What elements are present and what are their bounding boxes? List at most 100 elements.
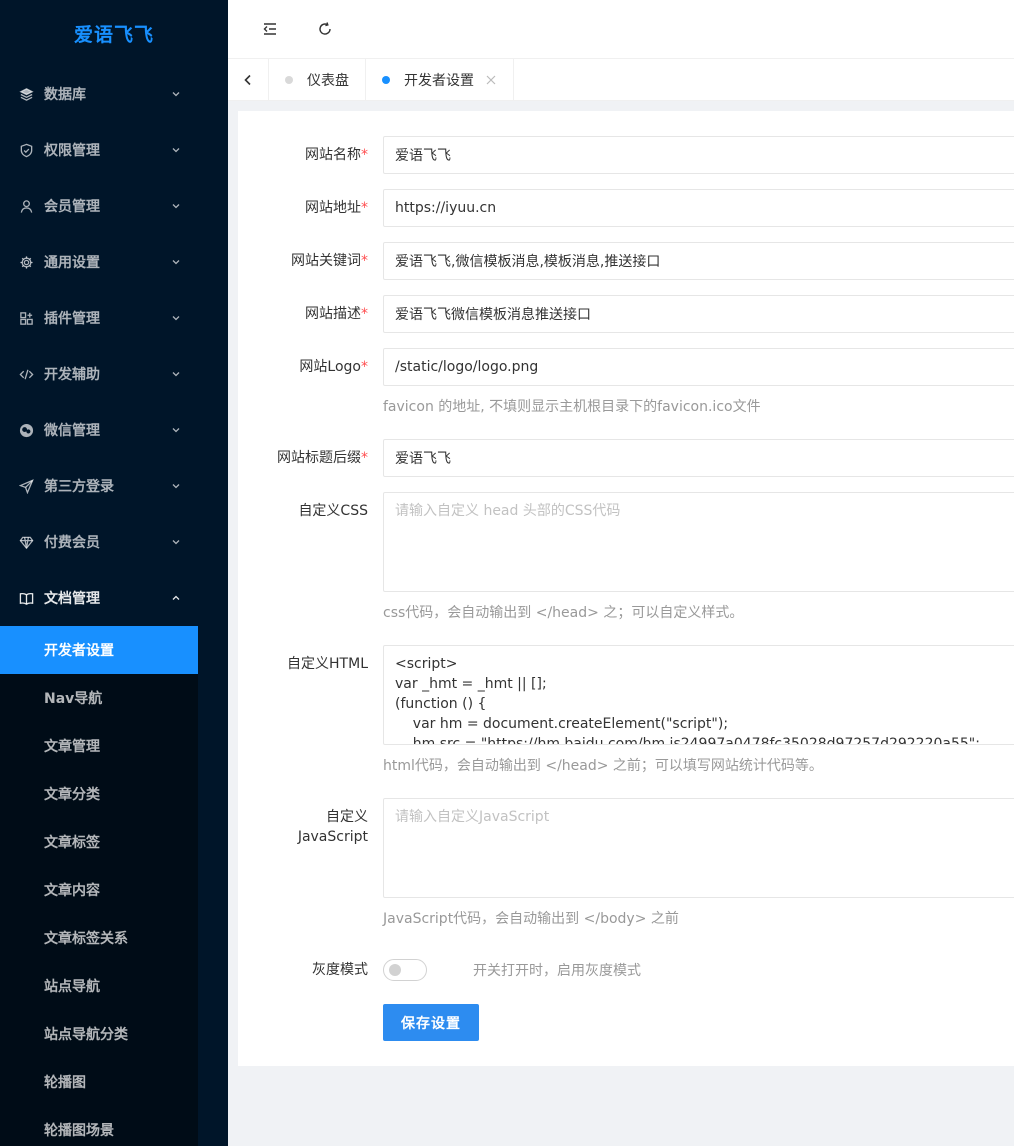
shield-check-icon <box>18 142 34 158</box>
tab-label: 开发者设置 <box>404 72 474 89</box>
custom-js-textarea[interactable]: 请输入自定义JavaScript <box>383 798 1014 898</box>
custom-html-textarea[interactable]: <script> var _hmt = _hmt || []; (functio… <box>383 645 1014 745</box>
menu-permissions[interactable]: 权限管理 <box>0 122 228 178</box>
save-settings-button[interactable]: 保存设置 <box>383 1004 479 1041</box>
sidebar-item-site-nav[interactable]: 站点导航 <box>0 962 198 1010</box>
chevron-down-icon <box>172 148 180 153</box>
menu-label: 插件管理 <box>44 311 100 327</box>
sidebar-item-carousel[interactable]: 轮播图 <box>0 1058 198 1106</box>
sidebar-item-article-tags[interactable]: 文章标签 <box>0 818 198 866</box>
tab-status-dot <box>285 75 293 84</box>
field-label: 网站描述* <box>305 306 368 322</box>
chevron-left-icon <box>244 74 251 85</box>
field-label: 网站标题后缀* <box>277 450 368 466</box>
code-line: (function () { <box>395 696 487 712</box>
code-line: var _hmt = _hmt || []; <box>395 676 547 692</box>
menu-label: 开发辅助 <box>44 367 100 383</box>
wechat-icon <box>18 422 34 438</box>
chevron-down-icon <box>172 540 180 545</box>
tabs-scroll-left-button[interactable] <box>228 59 269 100</box>
field-label: 灰度模式 <box>312 962 368 978</box>
tab-status-dot <box>382 75 390 84</box>
menu-paid-members[interactable]: 付费会员 <box>0 514 228 570</box>
chevron-up-icon <box>172 595 180 600</box>
code-line: var hm = document.createElement("script"… <box>395 716 729 732</box>
chevron-down-icon <box>172 316 180 321</box>
title-suffix-input[interactable]: 爱语飞飞 <box>383 439 1014 477</box>
sidebar-item-site-nav-categories[interactable]: 站点导航分类 <box>0 1010 198 1058</box>
refresh-icon[interactable] <box>314 18 336 40</box>
code-line: hm.src = "https://hm.baidu.com/hm.js2499… <box>395 736 980 745</box>
menu-label: 第三方登录 <box>44 479 114 495</box>
sidebar-item-articles[interactable]: 文章管理 <box>0 722 198 770</box>
book-icon <box>18 590 34 606</box>
chevron-down-icon <box>172 92 180 97</box>
site-logo-hint: favicon 的地址, 不填则显示主机根目录下的favicon.ico文件 <box>383 399 761 415</box>
field-label-line: JavaScript <box>297 829 368 845</box>
top-header <box>228 0 1014 58</box>
sidebar: 爱语飞飞 数据库 权限管理 会员管理 通用设置 插件管理 开发辅助 微信管理 第 <box>0 0 228 1146</box>
site-description-input[interactable]: 爱语飞飞微信模板消息推送接口 <box>383 295 1014 333</box>
site-logo-input[interactable]: /static/logo/logo.png <box>383 348 1014 386</box>
menu-plugins[interactable]: 插件管理 <box>0 290 228 346</box>
menu-documents[interactable]: 文档管理 <box>0 570 228 626</box>
chevron-down-icon <box>172 372 180 377</box>
menu-members[interactable]: 会员管理 <box>0 178 228 234</box>
gray-mode-toggle[interactable] <box>383 959 427 981</box>
gear-icon <box>18 254 34 270</box>
custom-css-textarea[interactable]: 请输入自定义 head 头部的CSS代码 <box>383 492 1014 592</box>
diamond-icon <box>18 534 34 550</box>
gray-mode-hint: 开关打开时，启用灰度模式 <box>473 963 641 979</box>
settings-form: 网站名称* 爱语飞飞 网站地址* https://iyuu.cn 网站关键词* … <box>238 111 1014 1066</box>
sidebar-item-dev-settings[interactable]: 开发者设置 <box>0 626 198 674</box>
custom-css-hint: css代码，会自动输出到 </head> 之；可以自定义样式。 <box>383 605 744 621</box>
menu-dev-tools[interactable]: 开发辅助 <box>0 346 228 402</box>
field-label: 自定义HTML <box>287 656 368 672</box>
field-label: 网站地址* <box>305 200 368 216</box>
field-label: 网站Logo* <box>299 359 368 375</box>
field-label: 自定义 JavaScript <box>238 807 368 847</box>
custom-js-hint: JavaScript代码，会自动输出到 </body> 之前 <box>383 911 679 927</box>
tab-label: 仪表盘 <box>307 72 349 89</box>
menu-label: 权限管理 <box>44 143 100 159</box>
layers-icon <box>18 86 34 102</box>
field-label: 网站关键词* <box>291 253 368 269</box>
sidebar-item-nav[interactable]: Nav导航 <box>0 674 198 722</box>
site-name-input[interactable]: 爱语飞飞 <box>383 136 1014 174</box>
custom-js-placeholder: 请输入自定义JavaScript <box>395 809 550 825</box>
custom-html-hint: html代码，会自动输出到 </head> 之前；可以填写网站统计代码等。 <box>383 758 823 774</box>
chevron-down-icon <box>172 428 180 433</box>
site-url-input[interactable]: https://iyuu.cn <box>383 189 1014 227</box>
menu-label: 通用设置 <box>44 255 100 271</box>
tab-dev-settings[interactable]: 开发者设置 <box>366 59 514 100</box>
tab-dashboard[interactable]: 仪表盘 <box>269 59 366 100</box>
menu-database[interactable]: 数据库 <box>0 66 228 122</box>
user-icon <box>18 198 34 214</box>
sidebar-item-article-categories[interactable]: 文章分类 <box>0 770 198 818</box>
documents-submenu: 开发者设置 Nav导航 文章管理 文章分类 文章标签 文章内容 文章标签关系 站… <box>0 626 198 1146</box>
menu-general-settings[interactable]: 通用设置 <box>0 234 228 290</box>
menu-label: 文档管理 <box>44 591 100 607</box>
toggle-knob <box>389 964 401 976</box>
close-icon[interactable] <box>485 74 497 86</box>
sidebar-item-carousel-scenes[interactable]: 轮播图场景 <box>0 1106 198 1146</box>
app-logo[interactable]: 爱语飞飞 <box>0 0 228 66</box>
sidebar-item-article-tag-relations[interactable]: 文章标签关系 <box>0 914 198 962</box>
collapse-menu-icon[interactable] <box>259 18 281 40</box>
field-label: 网站名称* <box>305 147 368 163</box>
chevron-down-icon <box>172 204 180 209</box>
field-label-line: 自定义 <box>326 809 368 825</box>
code-line: <script> <box>395 656 458 672</box>
sidebar-scroll-rail <box>198 618 228 1146</box>
menu-wechat[interactable]: 微信管理 <box>0 402 228 458</box>
code-icon <box>18 366 34 382</box>
menu-label: 付费会员 <box>44 535 100 551</box>
sidebar-item-article-content[interactable]: 文章内容 <box>0 866 198 914</box>
menu-third-party-login[interactable]: 第三方登录 <box>0 458 228 514</box>
tabs-bar: 仪表盘 开发者设置 <box>228 58 1014 101</box>
plugin-grid-icon <box>18 310 34 326</box>
site-keywords-input[interactable]: 爱语飞飞,微信模板消息,模板消息,推送接口 <box>383 242 1014 280</box>
chevron-down-icon <box>172 484 180 489</box>
chevron-down-icon <box>172 260 180 265</box>
menu-label: 微信管理 <box>44 423 100 439</box>
